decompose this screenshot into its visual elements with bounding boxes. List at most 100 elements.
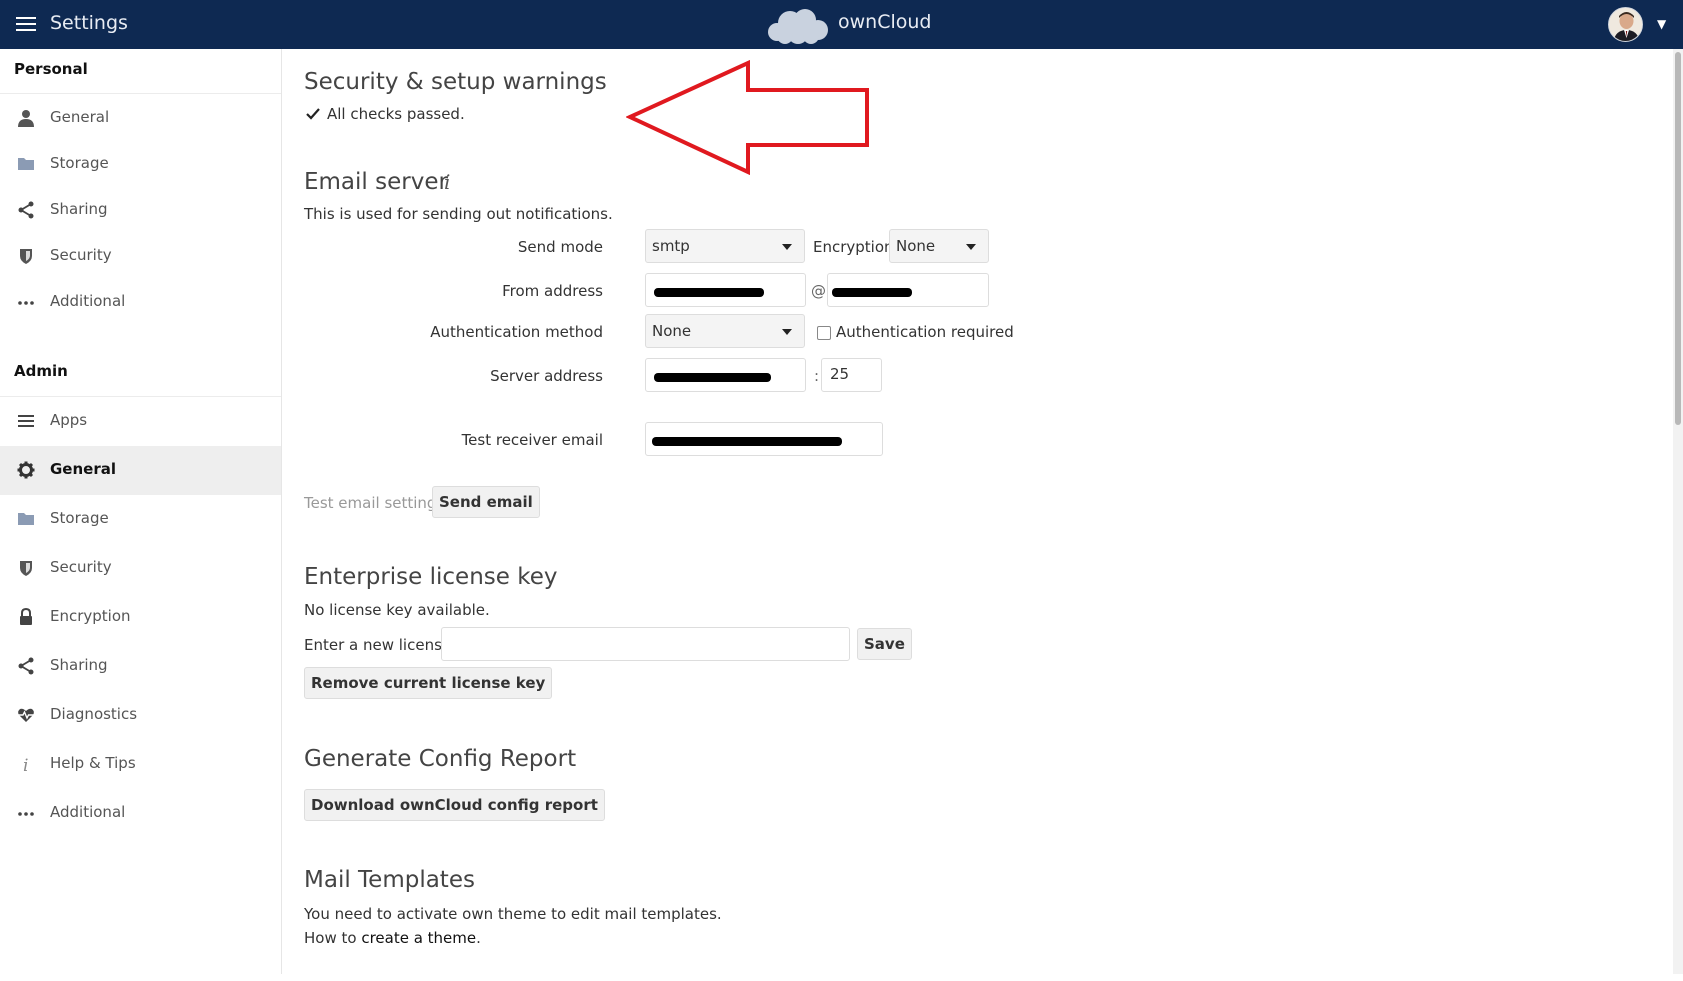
sidebar-item-label: Diagnostics (50, 705, 138, 723)
mail-templates-title: Mail Templates (304, 867, 475, 893)
server-address-input[interactable] (645, 358, 806, 392)
share-icon (18, 657, 34, 675)
create-theme-text: How to create a theme. (304, 929, 481, 947)
download-config-report-button[interactable]: Download ownCloud config report (304, 789, 605, 821)
send-mode-select[interactable]: smtp (645, 229, 805, 263)
auth-method-select[interactable]: None (645, 314, 805, 348)
svg-text:i: i (23, 756, 28, 773)
shield-icon (20, 561, 32, 576)
heartbeat-icon (18, 708, 34, 722)
sidebar-item-label: General (50, 108, 110, 126)
info-icon[interactable]: i (444, 170, 450, 194)
sidebar-item-diagnostics[interactable]: Diagnostics (0, 691, 281, 740)
test-receiver-input[interactable] (645, 422, 883, 456)
scrollbar-thumb[interactable] (1675, 52, 1681, 425)
hamburger-icon[interactable] (16, 14, 36, 34)
server-address-label: Server address (490, 367, 603, 385)
test-receiver-label: Test receiver email (461, 431, 603, 449)
personal-heading: Personal (14, 60, 88, 78)
settings-sidebar: Personal General Storage Sharing Securit… (0, 49, 282, 974)
from-address-label: From address (502, 282, 603, 300)
send-email-button[interactable]: Send email (432, 486, 540, 518)
encryption-label: Encryption (813, 238, 894, 256)
sidebar-item-label: Storage (50, 509, 109, 527)
sidebar-item-admin-sharing[interactable]: Sharing (0, 642, 281, 691)
sidebar-item-apps[interactable]: Apps (0, 397, 281, 446)
sidebar-item-personal-general[interactable]: General (0, 94, 281, 143)
sidebar-item-label: Sharing (50, 200, 108, 218)
sidebar-item-label: Apps (50, 411, 88, 429)
sidebar-item-label: Additional (50, 803, 126, 821)
owncloud-logo-icon (768, 9, 828, 44)
license-status-text: No license key available. (304, 601, 490, 619)
chevron-down-icon (782, 329, 792, 335)
account-menu-caret-icon[interactable]: ▼ (1657, 17, 1666, 31)
send-mode-value: smtp (652, 237, 690, 255)
redaction-mark (832, 288, 912, 297)
sidebar-item-label: Help & Tips (50, 754, 136, 772)
sidebar-item-admin-security[interactable]: Security (0, 544, 281, 593)
ellipsis-icon (18, 301, 34, 305)
folder-icon (18, 158, 34, 170)
port-separator: : (814, 367, 820, 385)
sidebar-item-personal-security[interactable]: Security (0, 232, 281, 281)
list-icon (18, 415, 34, 427)
from-address-input[interactable] (645, 273, 806, 307)
encryption-select[interactable]: None (889, 229, 989, 263)
at-sign: @ (811, 282, 826, 300)
create-theme-link[interactable]: create a theme (361, 929, 476, 947)
folder-icon (18, 513, 34, 525)
annotation-arrow-icon (626, 60, 869, 175)
security-status-text: All checks passed. (327, 105, 465, 123)
redaction-mark (654, 288, 764, 297)
sidebar-item-label: Encryption (50, 607, 131, 625)
sidebar-item-label: General (50, 460, 116, 478)
settings-content: Security & setup warnings All checks pas… (283, 49, 1673, 974)
share-icon (18, 201, 34, 219)
app-title: Settings (50, 12, 128, 34)
send-mode-label: Send mode (517, 238, 603, 256)
create-theme-suffix: . (476, 929, 481, 947)
sidebar-item-help-tips[interactable]: i Help & Tips (0, 740, 281, 789)
sidebar-item-label: Security (50, 558, 112, 576)
auth-method-value: None (652, 322, 692, 340)
auth-required-label: Authentication required (836, 323, 1014, 341)
save-license-button[interactable]: Save (857, 628, 912, 660)
remove-license-button[interactable]: Remove current license key (304, 667, 553, 699)
sidebar-item-label: Sharing (50, 656, 108, 674)
sidebar-item-admin-additional[interactable]: Additional (0, 789, 281, 838)
sidebar-item-personal-sharing[interactable]: Sharing (0, 186, 281, 235)
sidebar-item-personal-storage[interactable]: Storage (0, 140, 281, 189)
license-key-input[interactable] (441, 627, 850, 661)
license-title: Enterprise license key (304, 564, 558, 590)
ellipsis-icon (18, 812, 34, 816)
port-value: 25 (830, 365, 850, 383)
config-report-title: Generate Config Report (304, 746, 577, 772)
top-header: Settings ownCloud ▼ (0, 0, 1683, 49)
test-settings-label: Test email settings (304, 494, 445, 512)
email-server-title: Email server (304, 169, 448, 195)
user-icon (18, 110, 34, 127)
mail-domain-input[interactable] (827, 273, 989, 307)
gear-icon (17, 461, 35, 479)
new-license-label: Enter a new license: (304, 636, 457, 654)
sidebar-item-admin-storage[interactable]: Storage (0, 495, 281, 544)
encryption-value: None (896, 237, 936, 255)
sidebar-item-encryption[interactable]: Encryption (0, 593, 281, 642)
port-input[interactable]: 25 (821, 358, 882, 392)
auth-required-checkbox[interactable] (817, 326, 831, 340)
auth-method-label: Authentication method (430, 323, 603, 341)
security-warnings-title: Security & setup warnings (304, 69, 607, 95)
user-avatar[interactable] (1608, 7, 1643, 42)
mail-templates-text: You need to activate own theme to edit m… (304, 905, 722, 923)
sidebar-item-label: Security (50, 246, 112, 264)
info-icon: i (23, 756, 28, 773)
brand-name: ownCloud (838, 11, 932, 33)
checkmark-icon (306, 108, 320, 120)
sidebar-item-label: Additional (50, 292, 126, 310)
lock-icon (20, 608, 32, 625)
sidebar-item-admin-general[interactable]: General (0, 446, 281, 495)
sidebar-item-personal-additional[interactable]: Additional (0, 278, 281, 327)
sidebar-item-label: Storage (50, 154, 109, 172)
redaction-mark (652, 437, 842, 446)
